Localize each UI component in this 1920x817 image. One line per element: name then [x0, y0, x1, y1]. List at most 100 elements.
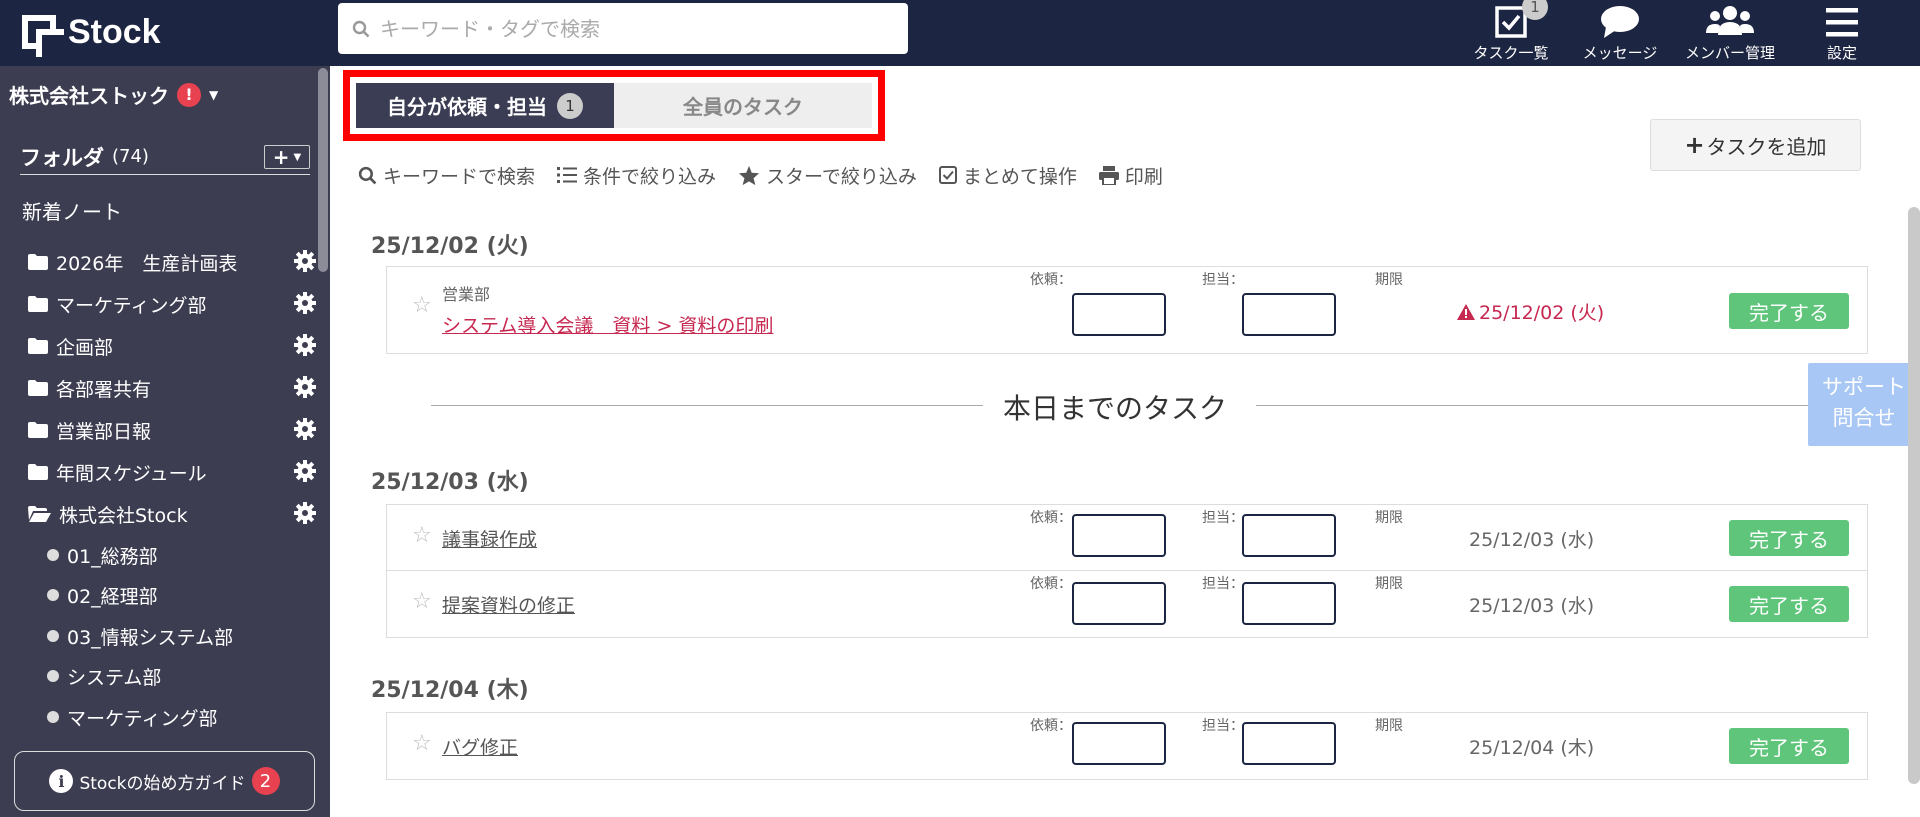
- search-icon: [358, 166, 377, 184]
- folder-name: 企画部: [56, 336, 114, 359]
- task-group: ☆ バグ修正 依頼： 担当： 期限 25/12/04 (木) 完了する: [386, 712, 1868, 780]
- getting-started-guide-button[interactable]: i Stockの始め方ガイド 2: [14, 751, 315, 811]
- folder-item[interactable]: 年間スケジュール: [28, 456, 318, 488]
- tab-all-tasks[interactable]: 全員のタスク: [614, 83, 872, 128]
- assignee-field[interactable]: [1242, 293, 1336, 336]
- nav-task-list[interactable]: 1 タスク一覧: [1471, 0, 1551, 66]
- due-date-text: 25/12/02 (火): [1479, 302, 1605, 324]
- folder-item[interactable]: マーケティング部: [28, 288, 318, 320]
- company-name: 株式会社ストック: [9, 84, 169, 108]
- folder-name: 営業部日報: [56, 420, 152, 443]
- subfolder-item[interactable]: 01_総務部: [47, 540, 158, 570]
- complete-task-button[interactable]: 完了する: [1729, 520, 1849, 556]
- today-divider-text: 本日までのタスク: [1003, 392, 1228, 425]
- due-label: 期限: [1375, 272, 1403, 288]
- task-row[interactable]: ☆ 提案資料の修正 依頼： 担当： 期限 25/12/03 (水) 完了する: [387, 571, 1867, 637]
- star-outline-icon[interactable]: ☆: [412, 589, 432, 614]
- bullet-icon: [47, 711, 59, 723]
- plus-icon: +: [272, 145, 290, 169]
- star-outline-icon[interactable]: ☆: [412, 731, 432, 756]
- add-task-button[interactable]: + タスクを追加: [1650, 119, 1861, 171]
- assignee-label: 担当：: [1202, 718, 1244, 734]
- folder-item[interactable]: 営業部日報: [28, 414, 318, 446]
- search-input[interactable]: [380, 16, 900, 41]
- star-outline-icon[interactable]: ☆: [412, 293, 432, 318]
- main-scrollbar[interactable]: [1908, 207, 1920, 784]
- assignee-label: 担当：: [1202, 576, 1244, 592]
- assignee-field[interactable]: [1242, 722, 1336, 765]
- subfolder-item[interactable]: 02_経理部: [47, 580, 158, 610]
- assignee-field[interactable]: [1242, 582, 1336, 625]
- nav-members[interactable]: メンバー管理: [1682, 0, 1778, 66]
- add-folder-button[interactable]: + ▼: [264, 145, 310, 169]
- folder-item-open[interactable]: 株式会社Stock: [28, 498, 318, 530]
- divider-line: [1256, 405, 1811, 406]
- folder-name: マーケティング部: [56, 294, 207, 317]
- support-contact-button[interactable]: サポート 問合せ: [1808, 363, 1920, 446]
- gear-icon[interactable]: [294, 460, 316, 482]
- gear-icon[interactable]: [294, 292, 316, 314]
- caret-down-icon: ▼: [209, 87, 219, 102]
- due-date: 25/12/03 (水): [1469, 529, 1595, 551]
- search-icon: [352, 20, 370, 37]
- stock-logo[interactable]: Stock: [22, 10, 161, 57]
- task-title-link[interactable]: 提案資料の修正: [442, 591, 575, 618]
- gear-icon[interactable]: [294, 376, 316, 398]
- date-heading: 25/12/03 (水): [371, 470, 529, 495]
- nav-messages[interactable]: メッセージ: [1580, 0, 1660, 66]
- filter-conditions-label: 条件で絞り込み: [583, 165, 717, 188]
- gear-icon[interactable]: [294, 334, 316, 356]
- folder-item[interactable]: 2026年 生産計画表: [28, 246, 318, 278]
- folder-name: 各部署共有: [56, 378, 152, 401]
- company-switcher[interactable]: 株式会社ストック ! ▼: [9, 80, 218, 109]
- bulk-action-button[interactable]: まとめて操作: [938, 162, 1077, 189]
- subfolder-item[interactable]: マーケティング部: [47, 702, 217, 732]
- folder-item[interactable]: 各部署共有: [28, 372, 318, 404]
- add-task-label: タスクを追加: [1706, 134, 1827, 159]
- subfolder-item[interactable]: システム部: [47, 661, 161, 691]
- task-title-link[interactable]: 議事録作成: [442, 525, 537, 552]
- assignee-label: 担当：: [1202, 510, 1244, 526]
- search-bar[interactable]: [338, 3, 908, 54]
- filter-starred-button[interactable]: スターで絞り込み: [738, 162, 917, 189]
- new-notes-link[interactable]: 新着ノート: [22, 196, 122, 225]
- gear-icon[interactable]: [294, 502, 316, 524]
- requester-field[interactable]: [1072, 514, 1166, 557]
- nav-settings[interactable]: 設定: [1800, 0, 1884, 66]
- star-outline-icon[interactable]: ☆: [412, 523, 432, 548]
- task-category: 営業部: [442, 285, 491, 304]
- sidebar-scrollbar[interactable]: [318, 68, 328, 272]
- task-title-link[interactable]: システム導入会議 資料 > 資料の印刷: [442, 311, 773, 338]
- folder-item[interactable]: 企画部: [28, 330, 318, 362]
- task-row[interactable]: ☆ 営業部 システム導入会議 資料 > 資料の印刷 依頼： 担当： 期限 25/…: [387, 267, 1867, 353]
- keyword-search-button[interactable]: キーワードで検索: [358, 162, 535, 189]
- filter-starred-label: スターで絞り込み: [766, 165, 917, 188]
- due-label: 期限: [1375, 576, 1403, 592]
- gear-icon[interactable]: [294, 250, 316, 272]
- task-row[interactable]: ☆ 議事録作成 依頼： 担当： 期限 25/12/03 (水) 完了する: [387, 505, 1867, 571]
- complete-task-button[interactable]: 完了する: [1729, 293, 1849, 329]
- bullet-icon: [47, 549, 59, 561]
- task-count-badge: 1: [1522, 0, 1548, 20]
- requester-field[interactable]: [1072, 722, 1166, 765]
- warning-icon: [1457, 303, 1475, 320]
- requester-field[interactable]: [1072, 582, 1166, 625]
- complete-task-button[interactable]: 完了する: [1729, 586, 1849, 622]
- keyword-search-label: キーワードで検索: [383, 165, 536, 188]
- folder-name: 株式会社Stock: [59, 504, 188, 527]
- subfolder-item[interactable]: 03_情報システム部: [47, 621, 233, 651]
- task-title-link[interactable]: バグ修正: [442, 733, 518, 760]
- gear-icon[interactable]: [294, 418, 316, 440]
- due-date: 25/12/03 (水): [1469, 595, 1595, 617]
- filter-conditions-button[interactable]: 条件で絞り込み: [557, 162, 716, 189]
- task-row[interactable]: ☆ バグ修正 依頼： 担当： 期限 25/12/04 (木) 完了する: [387, 713, 1867, 779]
- requester-field[interactable]: [1072, 293, 1166, 336]
- folder-icon: [28, 254, 48, 270]
- members-icon: [1706, 6, 1754, 35]
- due-date: 25/12/02 (火): [1457, 298, 1604, 325]
- print-button[interactable]: 印刷: [1098, 162, 1163, 189]
- assignee-field[interactable]: [1242, 514, 1336, 557]
- complete-task-button[interactable]: 完了する: [1729, 728, 1849, 764]
- bullet-icon: [47, 670, 59, 682]
- tab-my-tasks[interactable]: 自分が依頼・担当 1: [356, 83, 614, 128]
